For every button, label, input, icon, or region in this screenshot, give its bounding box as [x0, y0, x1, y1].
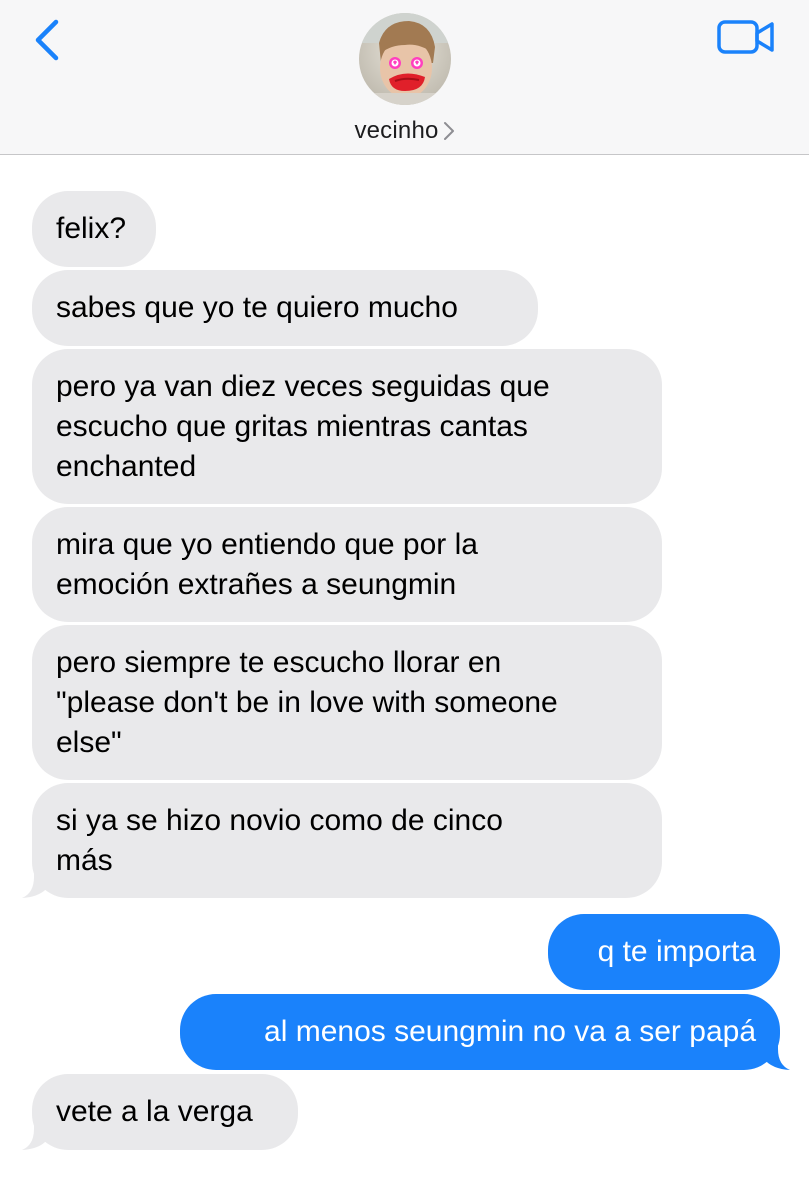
bubble-tail: [764, 1033, 790, 1070]
message-bubble-incoming[interactable]: felix?: [32, 191, 156, 267]
message-text: q te importa: [597, 935, 756, 968]
message-text: vete a la verga: [56, 1095, 253, 1128]
message-text: sabes que yo te quiero mucho: [56, 291, 458, 324]
message-text: si ya se hizo novio como de cinco más: [56, 803, 503, 877]
bubble-tail: [22, 861, 48, 898]
message-bubble-incoming[interactable]: pero siempre te escucho llorar en "pleas…: [32, 625, 662, 780]
chevron-left-icon: [35, 19, 59, 61]
bubble-tail: [22, 1113, 48, 1150]
message-text: pero ya van diez veces seguidas que escu…: [56, 369, 550, 483]
message-bubble-outgoing[interactable]: q te importa: [548, 914, 780, 990]
contact-avatar[interactable]: [359, 13, 451, 105]
message-thread[interactable]: felix? sabes que yo te quiero mucho pero…: [0, 155, 809, 1200]
message-text: pero siempre te escucho llorar en "pleas…: [56, 645, 558, 759]
message-text: mira que yo entiendo que por la emoción …: [56, 527, 478, 601]
message-bubble-outgoing[interactable]: al menos seungmin no va a ser papá: [180, 994, 780, 1070]
message-bubble-incoming[interactable]: sabes que yo te quiero mucho: [32, 270, 538, 346]
message-bubble-incoming[interactable]: mira que yo entiendo que por la emoción …: [32, 507, 662, 622]
message-bubble-incoming[interactable]: si ya se hizo novio como de cinco más: [32, 783, 662, 898]
message-bubble-incoming[interactable]: pero ya van diez veces seguidas que escu…: [32, 349, 662, 504]
conversation-header: vecinho: [0, 0, 809, 155]
facetime-video-button[interactable]: [716, 18, 776, 58]
message-text: felix?: [56, 212, 127, 245]
video-camera-icon: [717, 20, 774, 54]
message-bubble-incoming[interactable]: vete a la verga: [32, 1074, 298, 1150]
chevron-right-icon: [443, 122, 454, 140]
contact-info-button[interactable]: vecinho: [0, 115, 809, 147]
contact-name: vecinho: [354, 117, 439, 144]
back-button[interactable]: [30, 18, 70, 62]
message-text: al menos seungmin no va a ser papá: [264, 1015, 756, 1048]
